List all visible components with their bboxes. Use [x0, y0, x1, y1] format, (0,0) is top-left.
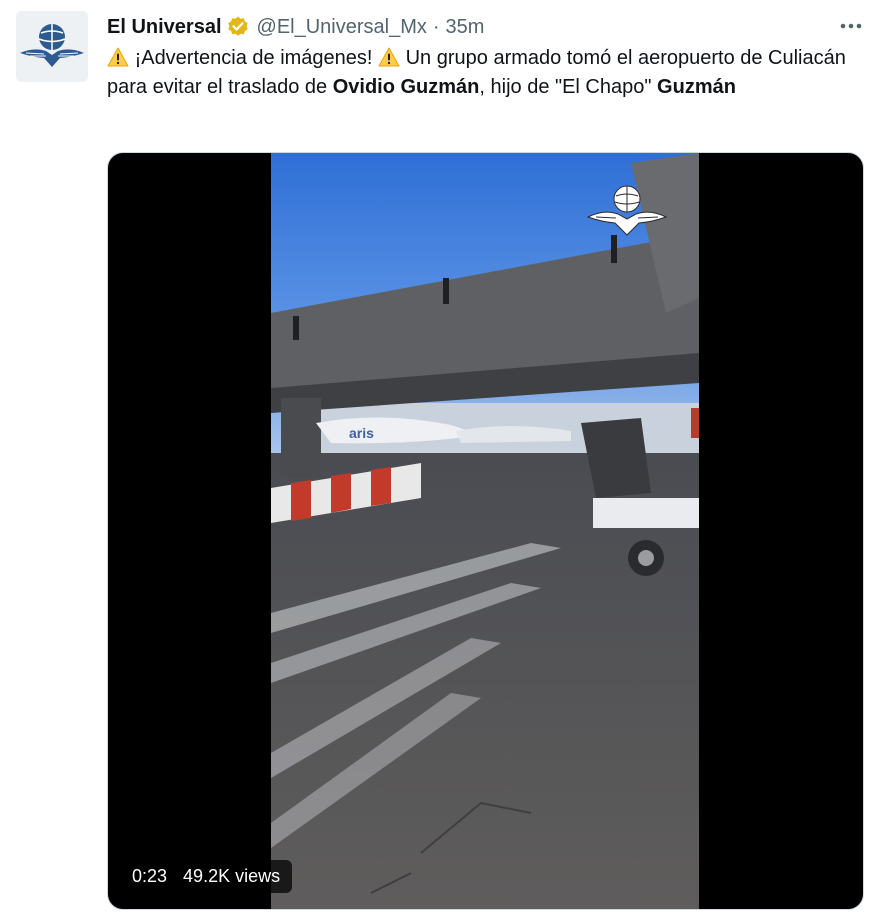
- header-separator: ·: [432, 16, 440, 38]
- video-frame: aris: [271, 153, 699, 909]
- tweet[interactable]: El Universal @El_Universal_Mx · 35m ¡Adv…: [0, 0, 882, 915]
- warning-emoji-icon: [107, 47, 129, 67]
- avatar[interactable]: [16, 11, 88, 82]
- author-name[interactable]: El Universal: [107, 15, 222, 39]
- airplane-livery-text: aris: [349, 425, 374, 441]
- tweet-text-bold-1: Ovidio Guzmán: [332, 76, 480, 98]
- eagle-globe-logo: [586, 185, 668, 236]
- warning-emoji-icon: [378, 47, 400, 67]
- tweet-text-bold-2: Guzmán: [657, 76, 736, 98]
- author-handle[interactable]: @El_Universal_Mx: [257, 15, 427, 39]
- video-player[interactable]: aris 0:23 49.2K views: [107, 152, 864, 910]
- verified-badge-icon: [226, 15, 250, 39]
- tweet-text-part-3: , hijo de "El Chapo": [479, 76, 652, 98]
- video-info-badge: 0:23 49.2K views: [120, 860, 293, 893]
- tweet-header: El Universal @El_Universal_Mx · 35m: [107, 14, 484, 40]
- eagle-globe-logo: [16, 11, 88, 82]
- video-duration: 0:23: [132, 866, 168, 886]
- video-views: 49.2K views: [183, 866, 281, 886]
- tweet-text: ¡Advertencia de imágenes! Un grupo armad…: [107, 44, 867, 102]
- more-options-icon[interactable]: [834, 12, 868, 40]
- tweet-text-part-1: ¡Advertencia de imágenes!: [134, 47, 373, 69]
- tweet-timestamp[interactable]: 35m: [446, 15, 485, 39]
